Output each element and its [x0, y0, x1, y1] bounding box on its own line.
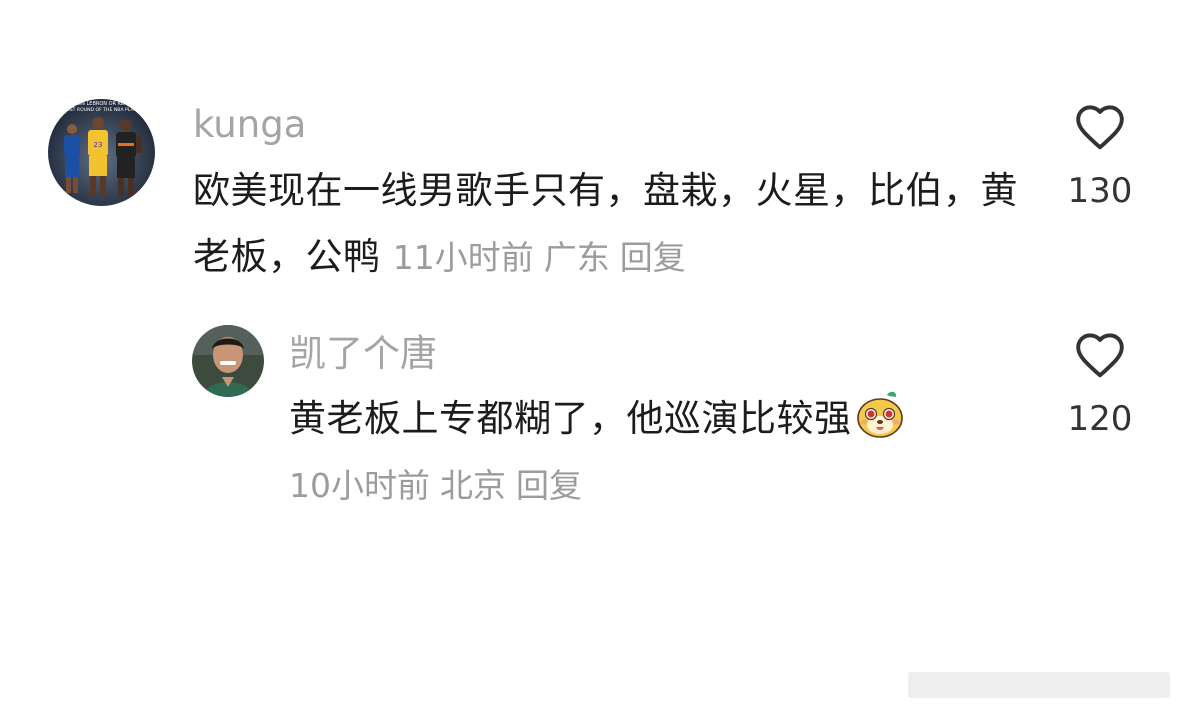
- username[interactable]: 凯了个唐: [289, 332, 437, 376]
- person-photo-avatar-icon: [192, 325, 264, 397]
- watermark-bar: [908, 672, 1170, 698]
- reply-item: 凯了个唐 黄老板上专都糊了，他巡演比较强 10小时前 北京 回复 120: [0, 300, 1179, 560]
- nba-players-avatar-icon: ON LEBRON OR KD FIRST ROUND OF THE NBA P…: [48, 99, 155, 206]
- comment-time: 11小时前: [392, 238, 534, 277]
- comment-time: 10小时前: [289, 466, 430, 505]
- avatar[interactable]: ON LEBRON OR KD FIRST ROUND OF THE NBA P…: [48, 99, 155, 206]
- comment-text: 欧美现在一线男歌手只有，盘栽，火星，比伯，黄老板，公鸭 11小时前 广东 回复: [193, 158, 1033, 291]
- comment-location: 北京: [440, 466, 506, 505]
- avatar-caption-line2: FIRST ROUND OF THE NBA PLAYO: [63, 107, 140, 113]
- comment-text: 黄老板上专都糊了，他巡演比较强 10小时前 北京 回复: [289, 386, 1009, 519]
- avatar[interactable]: [192, 325, 264, 397]
- heart-icon[interactable]: [1073, 103, 1127, 151]
- like-count: 130: [1067, 171, 1133, 211]
- like-area: 130: [1050, 103, 1150, 211]
- heart-icon[interactable]: [1073, 331, 1127, 379]
- avatar-caption-line1: ON LEBRON OR KD: [77, 101, 125, 107]
- cute-dog-emoji-icon: [854, 389, 906, 441]
- username[interactable]: kunga: [193, 103, 306, 147]
- comment-body: 黄老板上专都糊了，他巡演比较强: [289, 397, 852, 440]
- like-count: 120: [1067, 399, 1133, 439]
- like-area: 120: [1050, 331, 1150, 439]
- reply-button[interactable]: 回复: [620, 238, 686, 277]
- comment-item: ON LEBRON OR KD FIRST ROUND OF THE NBA P…: [0, 0, 1179, 300]
- comment-location: 广东: [543, 238, 610, 277]
- reply-button[interactable]: 回复: [516, 466, 582, 505]
- svg-text:23: 23: [94, 141, 103, 149]
